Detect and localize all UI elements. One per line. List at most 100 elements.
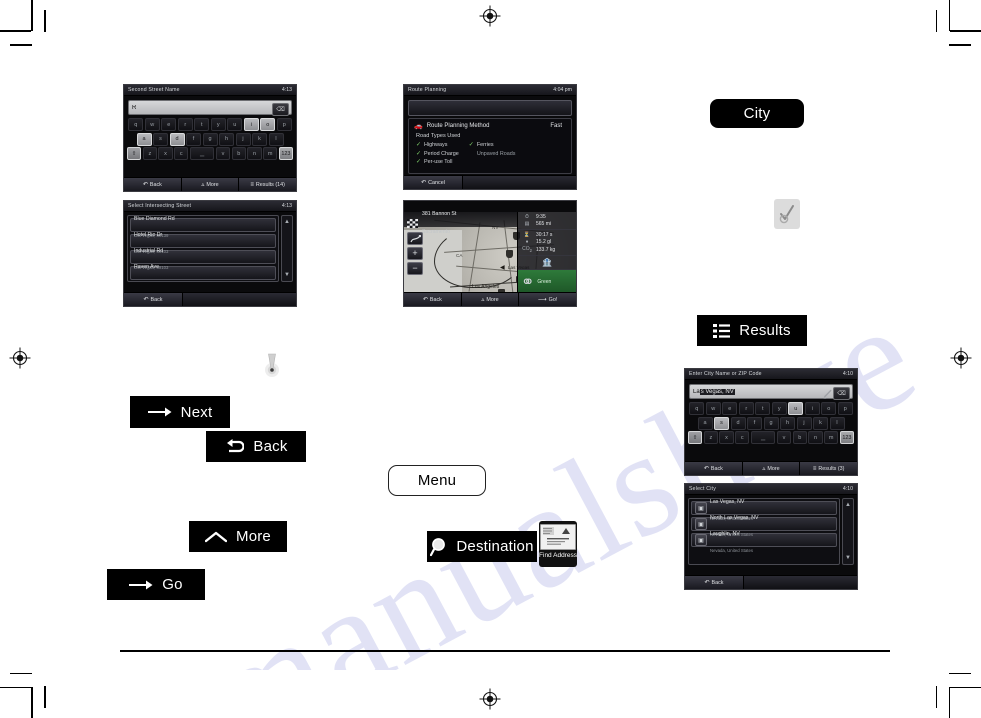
shift-key[interactable]: ⇧ (688, 431, 703, 444)
route-overview-button[interactable] (407, 232, 423, 245)
scroll-up-icon[interactable]: ▲ (845, 502, 851, 508)
scroll-down-icon[interactable]: ▼ (845, 555, 851, 561)
callout-destination-button[interactable]: Destination (427, 531, 537, 562)
key-e[interactable]: e (161, 118, 177, 131)
list-item[interactable]: ▣ Laughlin, NV Nevada, United States (691, 531, 837, 553)
go-button[interactable]: ⟶ Go! (519, 293, 576, 306)
key-b[interactable]: b (231, 147, 246, 160)
key-p[interactable]: p (837, 402, 853, 415)
back-button[interactable]: ↶ Back (124, 178, 182, 191)
key-v[interactable]: v (776, 431, 792, 444)
more-button[interactable]: ▵ More (181, 178, 240, 191)
key-t[interactable]: t (194, 118, 210, 131)
key-x[interactable]: x (719, 431, 734, 444)
scrollbar[interactable]: ▲ ▼ (842, 498, 854, 565)
key-a[interactable]: a (136, 132, 152, 146)
key-l[interactable]: l (268, 132, 284, 146)
callout-find-address-tile[interactable]: Find Address (539, 521, 577, 567)
route-summary-cell[interactable]: ⏱ 9:35 ▤ 565 mi (518, 212, 576, 230)
map-canvas[interactable]: NV CA Las Vegas Los Angeles ◀ (404, 211, 576, 306)
numeric-key[interactable]: 123 (278, 147, 294, 160)
key-u[interactable]: u (227, 118, 243, 131)
key-z[interactable]: z (142, 147, 157, 160)
zoom-in-button[interactable]: + (407, 247, 423, 260)
key-c[interactable]: c (735, 431, 750, 444)
key-h[interactable]: h (219, 132, 234, 146)
key-g[interactable]: g (202, 132, 218, 146)
key-y[interactable]: y (210, 118, 226, 131)
key-l[interactable]: l (829, 416, 845, 430)
shift-key[interactable]: ⇧ (127, 147, 142, 160)
key-t[interactable]: t (755, 402, 771, 415)
key-n[interactable]: n (808, 431, 823, 444)
key-b[interactable]: b (792, 431, 807, 444)
back-button[interactable]: ↶ Back (685, 462, 743, 475)
key-x[interactable]: x (158, 147, 173, 160)
key-k[interactable]: k (252, 132, 267, 146)
key-j[interactable]: j (796, 416, 812, 430)
back-button[interactable]: ↶ Back (404, 293, 462, 306)
key-o[interactable]: o (821, 402, 837, 415)
list-item[interactable]: Raven Ave Las Vegas, 89139 (130, 264, 276, 280)
key-d[interactable]: d (169, 132, 185, 146)
back-button[interactable]: ↶ Back (124, 293, 183, 306)
key-m[interactable]: m (263, 147, 278, 160)
key-s[interactable]: s (714, 416, 729, 430)
more-button[interactable]: ▵ More (461, 293, 520, 306)
key-g[interactable]: g (763, 416, 779, 430)
callout-next-button[interactable]: Next (130, 396, 230, 428)
road-type-ferries[interactable]: ✓ Ferries (469, 142, 516, 148)
poi-cell[interactable]: 🏦 (518, 256, 576, 270)
city-input-field[interactable]: La s Vegas, NV ⌫ (689, 384, 853, 400)
numeric-key[interactable]: 123 (839, 431, 855, 444)
results-button[interactable]: ≡ Results (3) (800, 462, 857, 475)
key-u[interactable]: u (788, 402, 804, 415)
key-z[interactable]: z (703, 431, 718, 444)
pen-icon[interactable] (822, 387, 832, 399)
key-r[interactable]: r (177, 118, 193, 131)
callout-check-tile[interactable] (774, 199, 800, 229)
key-y[interactable]: y (771, 402, 787, 415)
route-stats-cell[interactable]: ⏳ 30:17 s ♦ 15.2 gl CO2 133.7 kg (518, 230, 576, 256)
cancel-button[interactable]: ↶ Cancel (404, 176, 463, 189)
key-h[interactable]: h (780, 416, 795, 430)
results-button[interactable]: ≡ Results (14) (239, 178, 296, 191)
back-button[interactable]: ↶ Back (685, 576, 744, 589)
backspace-icon[interactable]: ⌫ (833, 386, 850, 400)
key-n[interactable]: n (247, 147, 262, 160)
more-button[interactable]: ▵ More (742, 462, 801, 475)
space-key[interactable]: ▁ (189, 147, 215, 160)
callout-menu-button[interactable]: Menu (388, 465, 486, 496)
callout-back-button[interactable]: Back (206, 431, 306, 462)
key-w[interactable]: w (705, 402, 721, 415)
key-i[interactable]: i (243, 118, 259, 131)
key-k[interactable]: k (813, 416, 828, 430)
scroll-up-icon[interactable]: ▲ (284, 219, 290, 225)
key-f[interactable]: f (747, 416, 762, 430)
key-o[interactable]: o (260, 118, 276, 131)
key-q[interactable]: q (689, 402, 705, 415)
road-type-per-use-toll[interactable]: ✓ Per-use Toll (416, 159, 459, 165)
key-i[interactable]: i (804, 402, 820, 415)
key-r[interactable]: r (738, 402, 754, 415)
road-type-unpaved-roads[interactable]: ✓ Unpaved Roads (469, 151, 516, 157)
key-f[interactable]: f (186, 132, 201, 146)
space-key[interactable]: ▁ (750, 431, 776, 444)
callout-go-button[interactable]: Go (107, 569, 205, 600)
callout-city-button[interactable]: City (710, 99, 804, 128)
key-d[interactable]: d (730, 416, 746, 430)
scroll-down-icon[interactable]: ▼ (284, 272, 290, 278)
callout-more-button[interactable]: More (189, 521, 287, 552)
key-q[interactable]: q (128, 118, 144, 131)
key-m[interactable]: m (824, 431, 839, 444)
key-w[interactable]: w (144, 118, 160, 131)
key-a[interactable]: a (697, 416, 713, 430)
text-input-field[interactable]: R ⌫ (128, 100, 292, 116)
road-type-period-charge[interactable]: ✓ Period Charge (416, 151, 459, 157)
key-p[interactable]: p (276, 118, 292, 131)
zoom-out-button[interactable]: − (407, 262, 423, 275)
scrollbar[interactable]: ▲ ▼ (281, 215, 293, 282)
key-e[interactable]: e (722, 402, 738, 415)
key-s[interactable]: s (153, 132, 168, 146)
route-planning-method-row[interactable]: 🚗 Route Planning Method Fast (414, 122, 566, 130)
